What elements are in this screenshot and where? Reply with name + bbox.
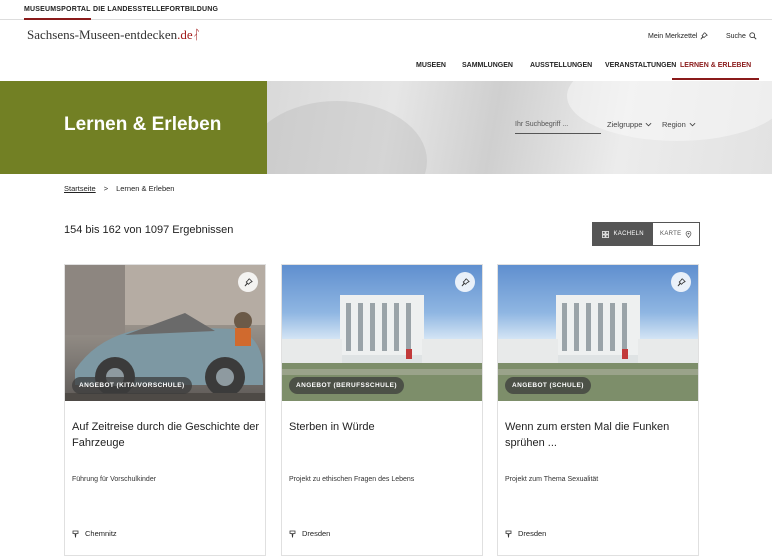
- search-label: Suche: [726, 32, 746, 40]
- breadcrumb: Startseite > Lernen & Erleben: [64, 184, 174, 193]
- location-pin-icon: [72, 530, 79, 538]
- top-bar: MUSEUMSPORTAL DIE LANDESSTELLE FORTBILDU…: [0, 0, 772, 20]
- region-dropdown[interactable]: Region: [662, 120, 696, 129]
- nav-item-ausstellungen[interactable]: AUSSTELLUNGEN: [530, 56, 592, 80]
- result-card[interactable]: ANGEBOT (BERUFSSCHULE) Sterben in Würde …: [281, 264, 483, 556]
- card-category-badge: ANGEBOT (BERUFSSCHULE): [289, 377, 404, 394]
- nav-item-museen[interactable]: MUSEEN: [416, 56, 446, 80]
- card-location-label: Dresden: [518, 529, 547, 538]
- search-icon: [749, 32, 757, 40]
- card-image: ANGEBOT (BERUFSSCHULE): [282, 265, 482, 401]
- card-image: ANGEBOT (KITA/VORSCHULE): [65, 265, 265, 401]
- map-marker-icon: [686, 230, 692, 238]
- card-location: Dresden: [505, 529, 546, 538]
- region-label: Region: [662, 120, 686, 129]
- pin-icon: [700, 32, 709, 40]
- chevron-down-icon: [689, 122, 696, 127]
- logo-text: Sachsens-Museen-entdecken: [27, 27, 178, 42]
- card-subtitle: Projekt zum Thema Sexualität: [505, 476, 599, 483]
- card-title[interactable]: Auf Zeitreise durch die Geschichte der F…: [72, 419, 260, 451]
- result-card[interactable]: ANGEBOT (SCHULE) Wenn zum ersten Mal die…: [497, 264, 699, 556]
- chevron-down-icon: [646, 122, 652, 127]
- view-toggle: KACHELN KARTE: [592, 222, 700, 246]
- map-view-button[interactable]: KARTE: [653, 223, 699, 245]
- add-to-list-button[interactable]: [671, 272, 691, 292]
- search-placeholder: Ihr Suchbegriff ...: [515, 121, 569, 128]
- map-view-label: KARTE: [660, 231, 682, 237]
- card-category-badge: ANGEBOT (SCHULE): [505, 377, 591, 394]
- card-location: Chemnitz: [72, 529, 117, 538]
- tiles-view-button[interactable]: KACHELN: [593, 223, 654, 245]
- card-category-badge: ANGEBOT (KITA/VORSCHULE): [72, 377, 192, 394]
- card-location: Dresden: [289, 529, 330, 538]
- merkzettel-label: Mein Merkzettel: [648, 32, 698, 40]
- card-subtitle: Führung für Vorschulkinder: [72, 476, 157, 483]
- pin-icon: [677, 277, 686, 286]
- topbar-link-landesstelle[interactable]: DIE LANDESSTELLE: [93, 0, 165, 20]
- logo-tld: .de: [177, 27, 193, 42]
- breadcrumb-current: Lernen & Erleben: [116, 184, 175, 193]
- add-to-list-button[interactable]: [238, 272, 258, 292]
- tiles-view-label: KACHELN: [613, 231, 644, 237]
- topbar-link-museumsportal[interactable]: MUSEUMSPORTAL: [24, 0, 91, 20]
- logo-figure-icon: ᛮ: [192, 27, 201, 42]
- pin-icon: [461, 277, 470, 286]
- target-group-label: Zielgruppe: [607, 120, 643, 129]
- breadcrumb-separator: >: [103, 184, 109, 193]
- nav-item-lernen-erleben[interactable]: LERNEN & ERLEBEN: [672, 56, 760, 80]
- site-logo[interactable]: Sachsens-Museen-entdecken.deᛮ: [27, 27, 201, 43]
- card-subtitle: Projekt zu ethischen Fragen des Lebens: [289, 476, 415, 483]
- add-to-list-button[interactable]: [455, 272, 475, 292]
- location-pin-icon: [289, 530, 296, 538]
- search-input[interactable]: Ihr Suchbegriff ...: [515, 119, 601, 134]
- target-group-dropdown[interactable]: Zielgruppe: [607, 120, 652, 129]
- location-pin-icon: [505, 530, 512, 538]
- nav-item-sammlungen[interactable]: SAMMLUNGEN: [462, 56, 513, 80]
- search-link[interactable]: Suche: [726, 32, 757, 40]
- nav-item-veranstaltungen[interactable]: VERANSTALTUNGEN: [605, 56, 676, 80]
- merkzettel-link[interactable]: Mein Merkzettel: [648, 32, 709, 40]
- grid-icon: [602, 230, 610, 238]
- results-count: 154 bis 162 von 1097 Ergebnissen: [64, 224, 234, 236]
- page-title: Lernen & Erleben: [64, 114, 222, 135]
- result-card[interactable]: ANGEBOT (KITA/VORSCHULE) Auf Zeitreise d…: [64, 264, 266, 556]
- card-location-label: Chemnitz: [85, 529, 117, 538]
- card-image: ANGEBOT (SCHULE): [498, 265, 698, 401]
- card-location-label: Dresden: [302, 529, 331, 538]
- breadcrumb-home-link[interactable]: Startseite: [64, 184, 96, 193]
- topbar-link-fortbildung[interactable]: FORTBILDUNG: [165, 0, 218, 20]
- card-title[interactable]: Sterben in Würde: [289, 419, 477, 435]
- card-title[interactable]: Wenn zum ersten Mal die Funken sprühen .…: [505, 419, 693, 451]
- pin-icon: [244, 277, 253, 286]
